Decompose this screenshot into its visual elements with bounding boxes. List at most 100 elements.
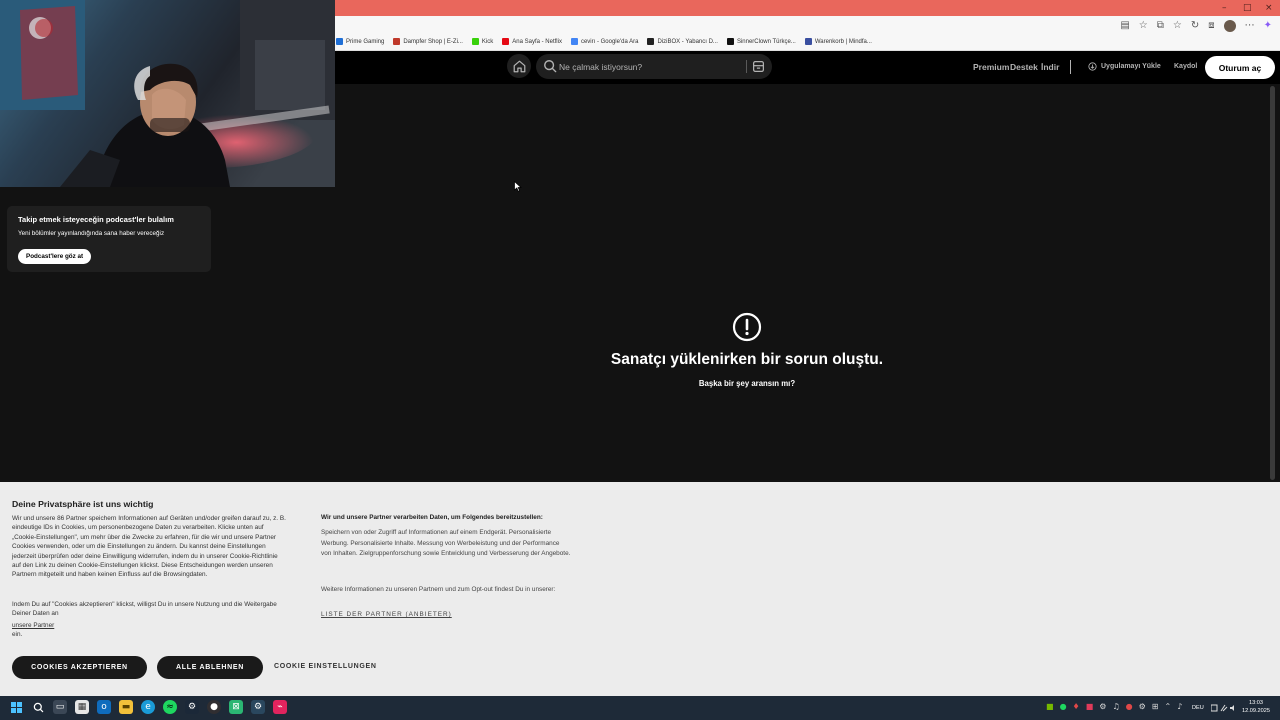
xbox-icon[interactable]: ⊠ — [229, 700, 243, 714]
nav-support-link[interactable]: Destek — [1010, 62, 1038, 72]
cookie-settings-button[interactable]: COOKIE EINSTELLUNGEN — [274, 663, 377, 670]
bookmark-favicon-icon — [804, 38, 812, 45]
install-app-link[interactable]: Uygulamayı Yükle — [1088, 62, 1161, 71]
browse-podcasts-button[interactable]: Podcast'lere göz at — [18, 249, 92, 264]
error-subtitle: Başka bir şey aransın mı? — [698, 379, 796, 388]
partner-list-link[interactable]: LISTE DER PARTNER (ANBIETER) — [321, 611, 452, 618]
bookmark-label: Kick — [481, 38, 494, 45]
bookmark-label: SinnerClown Türkçe... — [736, 38, 796, 45]
webcam-image — [0, 0, 335, 187]
microphone-tray-icon[interactable]: ♦ — [1073, 701, 1080, 713]
bookmark-label: Warenkorb | Mindfa... — [814, 38, 872, 45]
home-button[interactable] — [507, 54, 531, 78]
store-icon[interactable]: ▦ — [75, 700, 89, 714]
error-title: Sanatçı yüklenirken bir sorun oluştu. — [610, 351, 884, 368]
clock-time: 13:03 — [1249, 700, 1263, 706]
spotify-tray-icon[interactable]: ● — [1060, 701, 1067, 713]
bookmark-item[interactable]: SinnerClown Türkçe... — [726, 38, 796, 45]
cookie-consent-suffix: ein. — [12, 631, 23, 638]
bookmark-favicon-icon — [647, 38, 655, 45]
windows-start-icon[interactable] — [9, 700, 23, 714]
search-input[interactable] — [559, 54, 739, 79]
reject-all-button[interactable]: ALLE ABLEHNEN — [157, 656, 263, 679]
podcast-card-subtitle: Yeni bölümler yayınlandığında sana haber… — [18, 230, 165, 237]
nav-premium-link[interactable]: Premium — [973, 62, 1009, 72]
bookmark-item[interactable]: Kick — [471, 38, 494, 45]
profile-avatar[interactable] — [1223, 20, 1236, 32]
login-button[interactable]: Oturum aç — [1205, 56, 1275, 79]
favorites-icon[interactable]: ☆ — [1173, 19, 1182, 33]
steam-chat-icon[interactable]: ⚙ — [251, 700, 265, 714]
copilot-icon[interactable]: ✦ — [1264, 19, 1272, 33]
bookmark-item[interactable]: Dampfer Shop | E-Zi... — [393, 38, 463, 45]
wifi-volume-battery-icons[interactable] — [1211, 703, 1237, 713]
maximize-icon[interactable]: □ — [1243, 3, 1252, 13]
read-mode-icon[interactable]: ▤ — [1120, 19, 1129, 33]
task-view-icon[interactable]: ▭ — [53, 700, 67, 714]
accept-cookies-button[interactable]: COOKIES AKZEPTIEREN — [12, 656, 147, 679]
more-menu-icon[interactable]: ⋯ — [1245, 19, 1255, 33]
download-circle-icon — [1088, 62, 1097, 71]
cookie-purposes-heading: Wir und unsere Partner verarbeiten Daten… — [321, 514, 543, 521]
cookie-body-text: Wir und unsere 86 Partner speichern Info… — [12, 515, 286, 579]
bookmark-favicon-icon — [336, 38, 343, 45]
bookmark-item[interactable]: Warenkorb | Mindfa... — [804, 38, 872, 45]
steam-icon[interactable]: ⚙ — [185, 700, 199, 714]
steam-tray-icon[interactable]: ⚙ — [1099, 701, 1106, 713]
browse-icon[interactable] — [752, 60, 765, 73]
browser-toolbar-icons: ▤ ☆ ⧉ ☆ ↻ ⧈ ⋯ ✦ — [1120, 19, 1272, 33]
cookie-optout-text: Weitere Informationen zu unseren Partner… — [321, 586, 556, 593]
taskbar-search-icon[interactable] — [31, 700, 45, 714]
bookmark-item[interactable]: Ana Sayfa - Netflix — [502, 38, 562, 45]
bookmark-favicon-icon — [502, 38, 510, 45]
nvidia-tray-icon[interactable]: ■ — [1046, 701, 1054, 713]
spotify-app-icon[interactable]: ≈ — [163, 700, 177, 714]
windows-taskbar: ▭ ▦ o ▬ e ≈ ⚙ ● ⊠ ⚙ ⌁ ■ ● ♦ ■ ⚙ ♫ ● ⚙ ⊞ … — [0, 696, 1280, 720]
bookmark-label: DiziBOX - Yabancı D... — [657, 38, 718, 45]
minimize-icon[interactable]: – — [1222, 3, 1227, 13]
nav-download-link[interactable]: İndir — [1041, 62, 1059, 72]
favorite-star-icon[interactable]: ☆ — [1139, 19, 1148, 33]
network-tray-icon[interactable]: ⊞ — [1152, 701, 1159, 713]
bookmark-favicon-icon — [570, 38, 578, 45]
screen: – □ × ▤ ☆ ⧉ ☆ ↻ ⧈ ⋯ ✦ Prime Gaming Dampfe… — [0, 0, 1280, 720]
search-bar[interactable] — [536, 54, 772, 79]
obs-icon[interactable]: ● — [207, 700, 221, 714]
collections-icon[interactable]: ⧈ — [1208, 19, 1214, 33]
discord-tray-icon[interactable]: ● — [1126, 701, 1133, 713]
bookmark-favicon-icon — [393, 38, 401, 45]
bookmark-label: cevirı - Google'da Ara — [580, 38, 639, 45]
main-content — [218, 84, 1269, 482]
history-icon[interactable]: ↻ — [1191, 19, 1199, 33]
mouse-cursor-icon — [514, 181, 522, 192]
mic-icon[interactable]: ♪ — [1177, 701, 1182, 713]
system-clock[interactable]: 13:03 12.09.2025 — [1240, 699, 1272, 715]
close-icon[interactable]: × — [1265, 3, 1273, 13]
nav-divider — [1070, 60, 1071, 74]
bookmark-label: Prime Gaming — [346, 38, 385, 45]
edge-icon[interactable]: e — [141, 700, 155, 714]
our-partners-link[interactable]: unsere Partner — [12, 622, 54, 629]
extensions-icon[interactable]: ⧉ — [1157, 19, 1164, 33]
gear-tray-icon[interactable]: ⚙ — [1139, 701, 1146, 713]
chevron-up-icon[interactable]: ⌃ — [1164, 701, 1171, 713]
bookmark-item[interactable]: cevirı - Google'da Ara — [570, 38, 639, 45]
bookmark-favicon-icon — [471, 38, 479, 45]
record-tray-icon[interactable]: ■ — [1086, 701, 1094, 713]
cookie-purposes-text: Speichern von oder Zugriff auf Informati… — [321, 529, 571, 558]
language-indicator[interactable]: DEU — [1192, 705, 1204, 711]
bookmark-item[interactable]: Prime Gaming — [336, 38, 384, 45]
clock-date: 12.09.2025 — [1242, 708, 1270, 714]
bookmark-label: Ana Sayfa - Netflix — [512, 38, 562, 45]
bookmark-label: Dampfer Shop | E-Zi... — [403, 38, 463, 45]
podcast-card-title: Takip etmek isteyeceğin podcast'ler bula… — [18, 215, 174, 224]
headset-tray-icon[interactable]: ♫ — [1112, 701, 1119, 713]
home-icon — [513, 60, 525, 72]
bookmark-item[interactable]: DiziBOX - Yabancı D... — [647, 38, 718, 45]
signup-link[interactable]: Kaydol — [1174, 63, 1197, 70]
scrollbar-thumb[interactable] — [1270, 86, 1275, 480]
outlook-icon[interactable]: o — [97, 700, 111, 714]
streaming-app-icon[interactable]: ⌁ — [273, 700, 287, 714]
file-explorer-icon[interactable]: ▬ — [119, 700, 133, 714]
search-divider — [746, 60, 747, 73]
